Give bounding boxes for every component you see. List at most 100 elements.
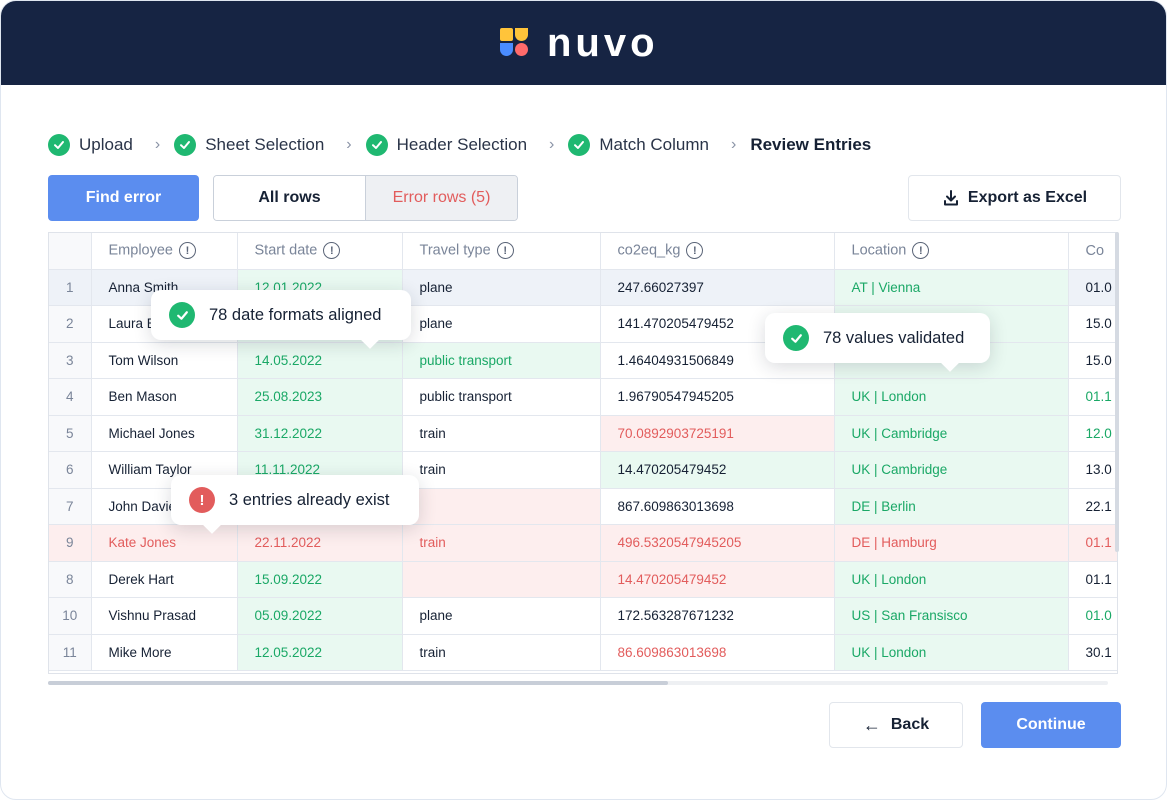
cell-start-date[interactable]: 31.12.2022 [237,415,403,452]
cell-employee[interactable]: Ben Mason [91,378,238,416]
cell-co2eq-kg[interactable]: 14.470205479452 [600,451,835,489]
cell-travel-type[interactable]: public transport [402,378,601,416]
cell-start-date[interactable]: 15.09.2022 [237,561,403,598]
cell-location[interactable]: UK | Cambridge [834,451,1069,489]
table-row[interactable]: 4 Ben Mason 25.08.2023 public transport … [49,378,1117,416]
cell-location[interactable]: US | San Fransisco [834,597,1069,635]
cell-location[interactable]: DE | Berlin [834,488,1069,525]
cell-co2eq-kg[interactable]: 867.609863013698 [600,488,835,525]
cell-truncated[interactable]: 01.1 [1068,378,1117,416]
cell-travel-type[interactable] [402,561,601,598]
row-number: 9 [49,524,92,562]
row-number: 10 [49,597,92,635]
cell-location[interactable]: UK | London [834,634,1069,671]
cell-truncated[interactable]: 01.1 [1068,561,1117,598]
cell-employee[interactable]: Vishnu Prasad [91,597,238,635]
continue-button[interactable]: Continue [981,702,1121,748]
step-header-selection: Header Selection [365,134,528,156]
cell-truncated[interactable]: 22.1 [1068,488,1117,525]
check-circle-icon [169,302,195,328]
cell-travel-type[interactable]: plane [402,597,601,635]
cell-employee[interactable]: Derek Hart [91,561,238,598]
cell-start-date[interactable]: 14.05.2022 [237,342,403,379]
cell-truncated[interactable]: 30.1 [1068,634,1117,671]
column-header-employee[interactable]: Employee! [91,233,238,270]
cell-truncated[interactable]: 01.0 [1068,597,1117,635]
all-rows-tab[interactable]: All rows [214,176,366,220]
cell-location[interactable]: UK | London [834,561,1069,598]
cell-co2eq-kg[interactable]: 70.0892903725191 [600,415,835,452]
tooltip-duplicates: ! 3 entries already exist [171,475,419,534]
row-number: 7 [49,488,92,525]
cell-co2eq-kg[interactable]: 86.609863013698 [600,634,835,671]
cell-truncated[interactable]: 15.0 [1068,305,1117,343]
column-header-co2eq-kg[interactable]: co2eq_kg! [600,233,835,270]
table-row[interactable]: 5 Michael Jones 31.12.2022 train 70.0892… [49,415,1117,452]
column-header-location[interactable]: Location! [834,233,1069,270]
cell-location[interactable]: UK | Cambridge [834,415,1069,452]
cell-employee[interactable]: Mike More [91,634,238,671]
cell-travel-type[interactable]: train [402,634,601,671]
horizontal-scrollbar[interactable] [48,681,1108,685]
scrollbar-thumb[interactable] [48,681,668,685]
cell-travel-type[interactable]: train [402,415,601,452]
step-label: Match Column [599,135,709,154]
cell-travel-type[interactable]: train [402,451,601,489]
info-icon[interactable]: ! [496,242,514,260]
table-row[interactable]: 10 Vishnu Prasad 05.09.2022 plane 172.56… [49,597,1117,635]
cell-truncated[interactable]: 12.0 [1068,415,1117,452]
cell-co2eq-kg[interactable]: 172.563287671232 [600,597,835,635]
check-icon [568,134,591,156]
row-number-header [49,233,92,270]
cell-co2eq-kg[interactable]: 247.66027397 [600,269,835,306]
nuvo-logo-icon [500,28,530,58]
export-label: Export as Excel [967,189,1088,206]
cell-travel-type[interactable] [402,488,601,525]
row-number: 2 [49,305,92,343]
cell-location[interactable]: AT | Vienna [834,269,1069,306]
cell-travel-type[interactable]: plane [402,305,601,343]
back-button[interactable]: ← Back [829,702,963,748]
stepper: Upload › Sheet Selection › Header Select… [48,132,871,158]
check-icon [48,134,70,156]
vertical-scrollbar[interactable] [1115,232,1119,552]
find-error-button[interactable]: Find error [48,175,199,221]
tooltip-date-formats: 78 date formats aligned [151,290,411,349]
info-icon[interactable]: ! [323,242,341,260]
info-icon[interactable]: ! [912,242,930,260]
tooltip-text: 78 values validated [823,328,965,347]
cell-start-date[interactable]: 25.08.2023 [237,378,403,416]
cell-location[interactable]: DE | Hamburg [834,524,1069,562]
row-filter-toggle: All rows Error rows (5) [213,175,518,221]
check-icon [365,134,388,156]
cell-employee[interactable]: Tom Wilson [91,342,238,379]
step-review-entries: Review Entries [750,135,871,155]
cell-location[interactable]: UK | London [834,378,1069,416]
cell-truncated[interactable]: 13.0 [1068,451,1117,489]
info-icon[interactable]: ! [178,242,196,260]
cell-travel-type[interactable]: public transport [402,342,601,379]
info-icon[interactable]: ! [686,242,704,260]
cell-co2eq-kg[interactable]: 1.96790547945205 [600,378,835,416]
column-header-start-date[interactable]: Start date! [237,233,403,270]
cell-start-date[interactable]: 05.09.2022 [237,597,403,635]
cell-travel-type[interactable]: plane [402,269,601,306]
cell-travel-type[interactable]: train [402,524,601,562]
cell-truncated[interactable]: 01.1 [1068,524,1117,562]
cell-truncated[interactable]: 01.0 [1068,269,1117,306]
cell-employee[interactable]: Michael Jones [91,415,238,452]
column-header-travel-type[interactable]: Travel type! [402,233,601,270]
cell-co2eq-kg[interactable]: 14.470205479452 [600,561,835,598]
error-rows-tab[interactable]: Error rows (5) [366,176,517,220]
step-label: Header Selection [396,135,528,154]
table-row[interactable]: 8 Derek Hart 15.09.2022 14.470205479452 … [49,561,1117,598]
export-excel-button[interactable]: Export as Excel [908,175,1121,221]
row-number: 11 [49,634,92,671]
cell-start-date[interactable]: 22.11.2022 [237,524,403,562]
column-header-truncated[interactable]: Co [1068,233,1117,270]
cell-truncated[interactable]: 15.0 [1068,342,1117,379]
table-row[interactable]: 11 Mike More 12.05.2022 train 86.6098630… [49,634,1117,671]
cell-start-date[interactable]: 12.05.2022 [237,634,403,671]
chevron-right-icon: › [549,136,555,153]
cell-co2eq-kg[interactable]: 496.5320547945205 [600,524,835,562]
